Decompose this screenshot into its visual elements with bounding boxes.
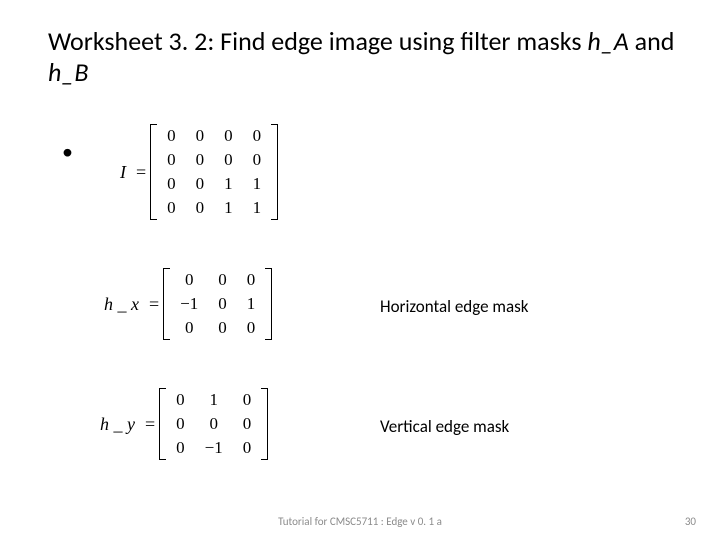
cell: 0 xyxy=(237,268,266,292)
title-text: Worksheet 3. 2: Find edge image using fi… xyxy=(48,25,587,57)
matrix-hy-bracket: 010 000 0−10 xyxy=(159,388,268,460)
cell: 0 xyxy=(186,124,215,148)
cell: −1 xyxy=(170,292,208,316)
matrix-hy-label: h _ y xyxy=(100,414,135,435)
cell: 0 xyxy=(214,148,243,172)
matrix-I: I = 0000 0000 0011 0011 xyxy=(120,124,278,220)
cell: 0 xyxy=(233,388,262,412)
cell: 0 xyxy=(157,148,186,172)
equals-sign: = xyxy=(136,162,146,183)
cell: −1 xyxy=(195,436,233,460)
matrix-hy: h _ y = 010 000 0−10 xyxy=(100,388,268,460)
matrix-hx-label: h _ x xyxy=(104,294,139,315)
cell: 0 xyxy=(170,316,208,340)
cell: 0 xyxy=(208,268,237,292)
cell: 0 xyxy=(157,172,186,196)
bracket-right xyxy=(265,268,272,340)
equals-sign: = xyxy=(149,294,159,315)
cell: 0 xyxy=(166,388,195,412)
matrix-I-label: I xyxy=(120,162,126,183)
cell: 1 xyxy=(214,172,243,196)
note-horizontal: Horizontal edge mask xyxy=(380,296,529,317)
cell: 1 xyxy=(214,196,243,220)
cell: 0 xyxy=(166,436,195,460)
cell: 0 xyxy=(208,292,237,316)
matrix-I-cells: 0000 0000 0011 0011 xyxy=(157,124,271,220)
bracket-right xyxy=(271,124,278,220)
matrix-hx-cells: 000 −101 000 xyxy=(170,268,265,340)
cell: 0 xyxy=(233,412,262,436)
cell: 0 xyxy=(214,124,243,148)
cell: 0 xyxy=(243,148,272,172)
slide-number: 30 xyxy=(685,515,696,528)
cell: 0 xyxy=(166,412,195,436)
matrix-hx-bracket: 000 −101 000 xyxy=(163,268,272,340)
cell: 0 xyxy=(186,172,215,196)
matrix-I-bracket: 0000 0000 0011 0011 xyxy=(150,124,278,220)
cell: 0 xyxy=(170,268,208,292)
matrix-hx: h _ x = 000 −101 000 xyxy=(104,268,272,340)
bullet-dot: • xyxy=(62,138,73,165)
bracket-right xyxy=(261,388,268,460)
cell: 0 xyxy=(237,316,266,340)
title-hA: h_A xyxy=(587,25,628,57)
slide-title: Worksheet 3. 2: Find edge image using fi… xyxy=(48,26,690,88)
cell: 0 xyxy=(157,124,186,148)
cell: 0 xyxy=(243,124,272,148)
title-and: and xyxy=(629,25,675,57)
title-hB: h_B xyxy=(48,56,88,88)
equals-sign: = xyxy=(145,414,155,435)
note-vertical: Vertical edge mask xyxy=(380,416,509,437)
cell: 0 xyxy=(233,436,262,460)
cell: 0 xyxy=(186,196,215,220)
bracket-left xyxy=(163,268,170,340)
cell: 0 xyxy=(195,412,233,436)
cell: 1 xyxy=(243,196,272,220)
cell: 0 xyxy=(208,316,237,340)
cell: 0 xyxy=(157,196,186,220)
cell: 1 xyxy=(195,388,233,412)
matrix-hy-cells: 010 000 0−10 xyxy=(166,388,261,460)
cell: 0 xyxy=(186,148,215,172)
bracket-left xyxy=(159,388,166,460)
cell: 1 xyxy=(237,292,266,316)
bracket-left xyxy=(150,124,157,220)
cell: 1 xyxy=(243,172,272,196)
footer-center: Tutorial for CMSC5711 : Edge v 0. 1 a xyxy=(278,515,442,528)
